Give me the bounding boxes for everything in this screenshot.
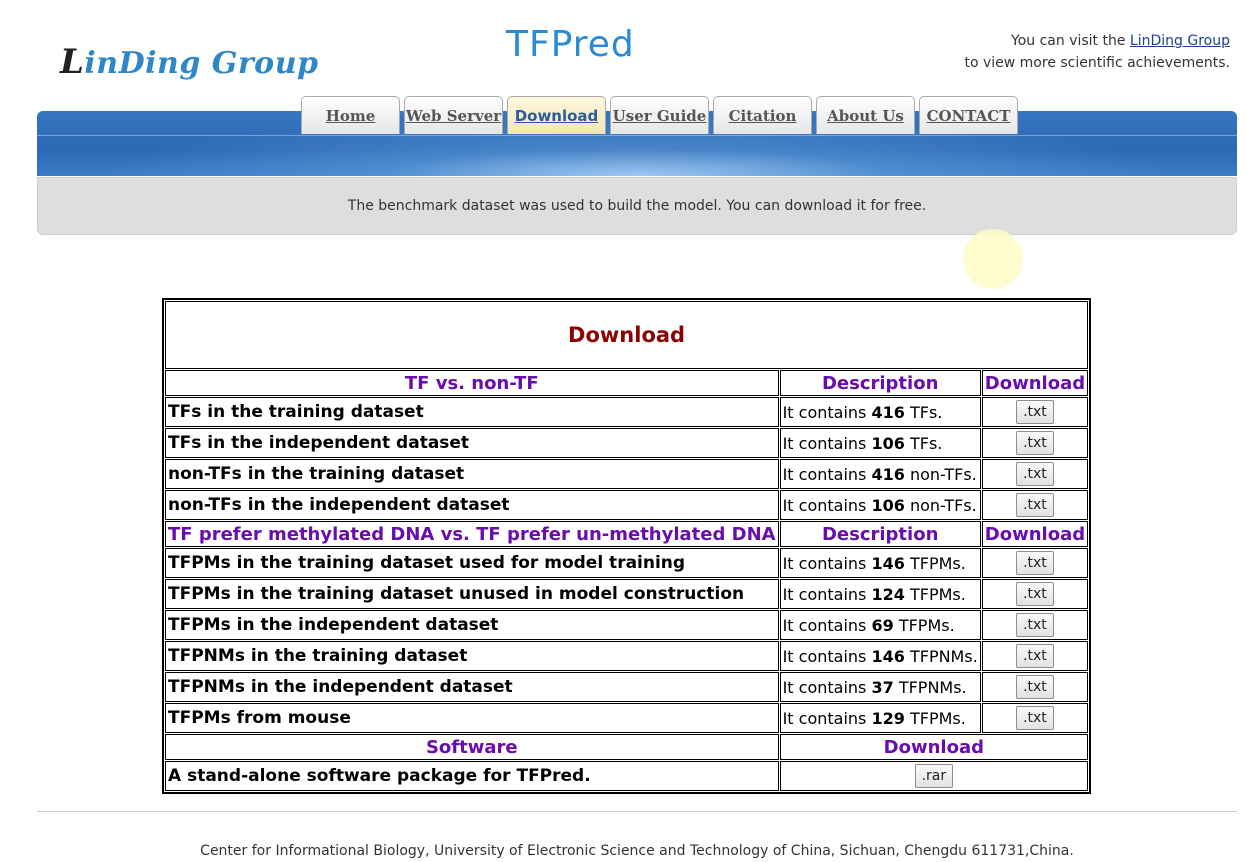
- band-divider: [37, 135, 1237, 136]
- table-title-row: Download: [165, 301, 1089, 369]
- dataset-description: It contains 37 TFPNMs.: [779, 672, 981, 702]
- visit-note: You can visit the LinDing Group to view …: [964, 30, 1230, 74]
- table-title: Download: [165, 301, 1089, 369]
- dataset-description: It contains 69 TFPMs.: [779, 610, 981, 640]
- tab-contact[interactable]: CONTACT: [919, 96, 1018, 134]
- tab-citation[interactable]: Citation: [713, 96, 812, 134]
- lindinggroup-logo[interactable]: LinDing Group: [60, 42, 318, 82]
- txt-download-button[interactable]: .txt: [1015, 582, 1054, 606]
- table-row: TFPMs in the independent dataset It cont…: [165, 610, 1089, 640]
- dataset-description: It contains 146 TFPMs.: [779, 548, 981, 578]
- visit-prefix: You can visit the: [1011, 33, 1130, 49]
- tab-web-server[interactable]: Web Server: [404, 96, 503, 134]
- dataset-name: TFPMs in the training dataset used for m…: [165, 548, 779, 578]
- section-header-row: TF prefer methylated DNA vs. TF prefer u…: [165, 521, 1089, 547]
- dataset-description: It contains 106 non-TFs.: [779, 490, 981, 520]
- txt-download-button[interactable]: .txt: [1015, 400, 1054, 424]
- download-cell: .txt: [981, 579, 1089, 609]
- txt-download-button[interactable]: .txt: [1015, 431, 1054, 455]
- section-header-download: Download: [981, 521, 1089, 547]
- section-header-software: Software: [165, 734, 779, 760]
- table-row: TFs in the training dataset It contains …: [165, 397, 1089, 427]
- logo-initial: L: [60, 42, 85, 82]
- txt-download-button[interactable]: .txt: [1015, 706, 1054, 730]
- download-cell: .txt: [981, 490, 1089, 520]
- download-cell: .rar: [779, 761, 1089, 791]
- section-header-row: Software Download: [165, 734, 1089, 760]
- tab-about-us[interactable]: About Us: [816, 96, 915, 134]
- footer-divider: [37, 811, 1237, 812]
- download-cell: .txt: [981, 548, 1089, 578]
- dataset-name: TFs in the training dataset: [165, 397, 779, 427]
- txt-download-button[interactable]: .txt: [1015, 462, 1054, 486]
- download-cell: .txt: [981, 459, 1089, 489]
- table-row: TFPNMs in the independent dataset It con…: [165, 672, 1089, 702]
- table-row: TFPMs in the training dataset unused in …: [165, 579, 1089, 609]
- dataset-name: TFPMs in the training dataset unused in …: [165, 579, 779, 609]
- txt-download-button[interactable]: .txt: [1015, 644, 1054, 668]
- section-header-description: Description: [779, 521, 981, 547]
- dataset-name: TFPNMs in the independent dataset: [165, 672, 779, 702]
- download-cell: .txt: [981, 428, 1089, 458]
- download-cell: .txt: [981, 703, 1089, 733]
- dataset-name: TFPMs from mouse: [165, 703, 779, 733]
- table-row: TFPNMs in the training dataset It contai…: [165, 641, 1089, 671]
- download-cell: .txt: [981, 672, 1089, 702]
- download-cell: .txt: [981, 641, 1089, 671]
- download-cell: .txt: [981, 397, 1089, 427]
- download-table: Download TF vs. non-TF Description Downl…: [162, 298, 1092, 794]
- software-name: A stand-alone software package for TFPre…: [165, 761, 779, 791]
- section-header-methylation: TF prefer methylated DNA vs. TF prefer u…: [165, 521, 779, 547]
- table-row: non-TFs in the training dataset It conta…: [165, 459, 1089, 489]
- table-row: non-TFs in the independent dataset It co…: [165, 490, 1089, 520]
- dataset-name: non-TFs in the independent dataset: [165, 490, 779, 520]
- download-cell: .txt: [981, 610, 1089, 640]
- table-row: TFs in the independent dataset It contai…: [165, 428, 1089, 458]
- txt-download-button[interactable]: .txt: [1015, 551, 1054, 575]
- dataset-name: TFs in the independent dataset: [165, 428, 779, 458]
- footer-text: Center for Informational Biology, Univer…: [200, 843, 1074, 859]
- dataset-description: It contains 106 TFs.: [779, 428, 981, 458]
- site-title: TFPred: [506, 24, 635, 65]
- table-row: TFPMs in the training dataset used for m…: [165, 548, 1089, 578]
- lindinggroup-link[interactable]: LinDing Group: [1130, 33, 1230, 49]
- cursor-highlight: [963, 229, 1023, 289]
- tab-home[interactable]: Home: [301, 96, 400, 134]
- main-nav: Home Web Server Download User Guide Cita…: [301, 96, 1018, 134]
- section-header-description: Description: [779, 370, 981, 396]
- dataset-description: It contains 146 TFPNMs.: [779, 641, 981, 671]
- dataset-description: It contains 124 TFPMs.: [779, 579, 981, 609]
- dataset-description: It contains 416 TFs.: [779, 397, 981, 427]
- tab-download[interactable]: Download: [507, 96, 606, 134]
- dataset-description: It contains 129 TFPMs.: [779, 703, 981, 733]
- section-header-tf: TF vs. non-TF: [165, 370, 779, 396]
- table-row: A stand-alone software package for TFPre…: [165, 761, 1089, 791]
- dataset-description: It contains 416 non-TFs.: [779, 459, 981, 489]
- rar-download-button[interactable]: .rar: [914, 764, 953, 788]
- tab-user-guide[interactable]: User Guide: [610, 96, 709, 134]
- txt-download-button[interactable]: .txt: [1015, 613, 1054, 637]
- dataset-name: TFPMs in the independent dataset: [165, 610, 779, 640]
- section-header-download: Download: [981, 370, 1089, 396]
- txt-download-button[interactable]: .txt: [1015, 675, 1054, 699]
- dataset-name: non-TFs in the training dataset: [165, 459, 779, 489]
- notice-text: The benchmark dataset was used to build …: [347, 198, 927, 214]
- notice-bar: The benchmark dataset was used to build …: [37, 177, 1237, 235]
- section-header-row: TF vs. non-TF Description Download: [165, 370, 1089, 396]
- txt-download-button[interactable]: .txt: [1015, 493, 1054, 517]
- table-row: TFPMs from mouse It contains 129 TFPMs. …: [165, 703, 1089, 733]
- logo-text: inDing Group: [84, 46, 319, 81]
- section-header-download: Download: [779, 734, 1089, 760]
- visit-suffix: to view more scientific achievements.: [964, 55, 1230, 71]
- dataset-name: TFPNMs in the training dataset: [165, 641, 779, 671]
